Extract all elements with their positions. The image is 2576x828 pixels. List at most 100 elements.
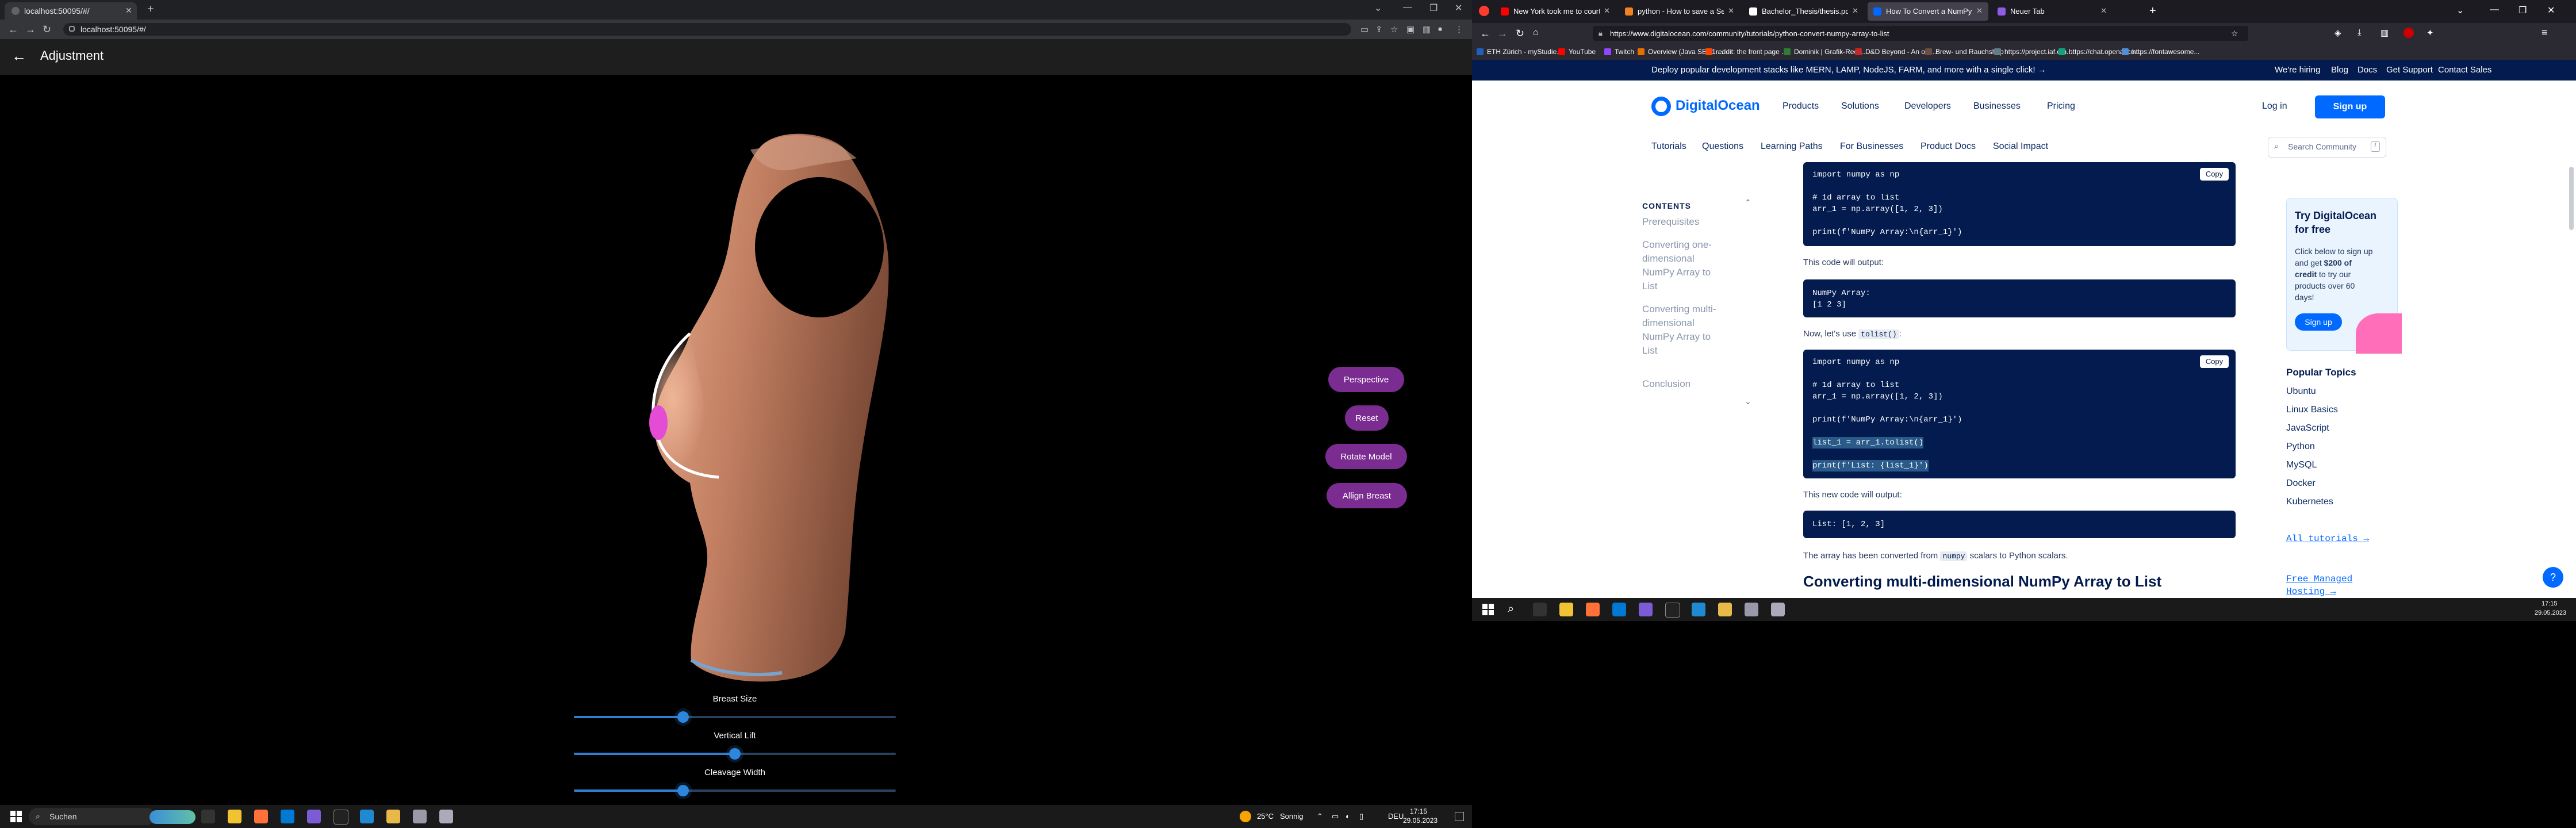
close-tab-icon[interactable]: ✕	[1852, 6, 1858, 16]
back-icon[interactable]: ←	[8, 24, 18, 36]
bookmark-item[interactable]: https://fontawesome...	[2132, 48, 2199, 56]
sidepanel-icon[interactable]: ▥	[1423, 24, 1431, 34]
cleavage-width-slider[interactable]	[574, 785, 896, 796]
firefox-icon[interactable]	[254, 810, 268, 823]
topic-link[interactable]: Kubernetes	[2286, 497, 2333, 507]
language-indicator[interactable]: DEU	[1388, 812, 1404, 821]
topic-link[interactable]: Linux Basics	[2286, 405, 2338, 415]
browser-tab[interactable]: Neuer Tab ✕	[1992, 2, 2113, 21]
align-breast-button[interactable]: Allign Breast	[1327, 483, 1407, 508]
subnav-social-impact[interactable]: Social Impact	[1993, 141, 2048, 152]
network-icon[interactable]: ▭	[1332, 812, 1339, 821]
torso-model[interactable]	[604, 126, 926, 702]
digitalocean-logo-icon[interactable]	[1651, 97, 1671, 116]
bookmark-item[interactable]: Brew- und Rauchshop	[1935, 48, 2004, 56]
forward-icon[interactable]: →	[25, 24, 36, 36]
pocket-icon[interactable]: ◈	[2334, 28, 2341, 38]
bookmark-item[interactable]: Twitch	[1615, 48, 1634, 56]
expand-chevron-icon[interactable]: ⌄	[1745, 397, 1751, 407]
profile-icon[interactable]: ●	[1438, 24, 1443, 34]
extensions-icon[interactable]: ✦	[2426, 28, 2434, 38]
vscode-icon[interactable]	[1692, 603, 1705, 616]
bookmark-item[interactable]: reddit: the front page ...	[1716, 48, 1787, 56]
bookmark-item[interactable]: YouTube	[1569, 48, 1596, 56]
firefox-icon[interactable]	[1586, 603, 1600, 616]
extensions-icon[interactable]: ▣	[1406, 24, 1414, 34]
windows-start-icon[interactable]	[1482, 604, 1494, 615]
vertical-lift-thumb[interactable]	[729, 748, 741, 760]
tray-chevron-icon[interactable]: ⌃	[1317, 812, 1323, 821]
subnav-tutorials[interactable]: Tutorials	[1651, 141, 1686, 152]
page-scrollbar[interactable]	[2569, 167, 2574, 230]
banner-link[interactable]: Contact Sales	[2438, 65, 2491, 75]
nav-developers[interactable]: Developers	[1904, 101, 1951, 112]
bookmark-item[interactable]: ETH Zürich - myStudie...	[1487, 48, 1562, 56]
address-bar[interactable]: localhost:50095/#/	[63, 23, 1351, 36]
task-view-icon[interactable]	[1533, 603, 1547, 616]
toc-item[interactable]: Converting one-dimensional NumPy Array t…	[1642, 238, 1723, 293]
new-tab-icon[interactable]: +	[147, 3, 154, 16]
promo-signup-button[interactable]: Sign up	[2295, 313, 2342, 331]
bookmark-item[interactable]: https://chat.openai.co...	[2069, 48, 2140, 56]
address-bar[interactable]: 🔒︎ https://www.digitalocean.com/communit…	[1593, 26, 2248, 41]
vscode-icon[interactable]	[360, 810, 374, 823]
maximize-icon[interactable]: ❐	[2518, 5, 2527, 16]
terminal-icon[interactable]	[334, 810, 348, 825]
managed-hosting-link[interactable]: Free Managed Hosting →	[2286, 573, 2355, 598]
topic-link[interactable]: Docker	[2286, 478, 2316, 489]
subnav-product-docs[interactable]: Product Docs	[1920, 141, 1976, 152]
discord-icon[interactable]	[1639, 603, 1653, 616]
close-tab-icon[interactable]: ✕	[1604, 6, 1610, 16]
nav-businesses[interactable]: Businesses	[1973, 101, 2021, 112]
login-link[interactable]: Log in	[2262, 101, 2287, 112]
clock-date[interactable]: 29.05.2023	[2535, 610, 2566, 616]
forward-icon[interactable]: →	[1497, 28, 1508, 40]
new-tab-icon[interactable]: +	[2149, 5, 2156, 18]
outlook-icon[interactable]	[1612, 603, 1626, 616]
clock-date[interactable]: 29.05.2023	[1403, 816, 1438, 825]
breast-size-slider[interactable]	[574, 711, 896, 723]
minimize-icon[interactable]: —	[1403, 2, 1412, 13]
toc-item[interactable]: Prerequisites	[1642, 215, 1723, 229]
file-explorer-icon[interactable]	[1559, 603, 1573, 616]
subnav-for-businesses[interactable]: For Businesses	[1840, 141, 1903, 152]
banner-link[interactable]: We're hiring	[2275, 65, 2320, 75]
nav-solutions[interactable]: Solutions	[1841, 101, 1879, 112]
cleavage-width-thumb[interactable]	[677, 785, 689, 796]
notifications-icon[interactable]	[1455, 812, 1464, 821]
topic-link[interactable]: MySQL	[2286, 460, 2317, 470]
chrome-tab-active[interactable]: localhost:50095/#/ ✕	[5, 2, 137, 20]
extension-icon[interactable]	[2404, 28, 2414, 38]
search-icon[interactable]: ⌕	[1508, 603, 1514, 616]
firefox-view-icon[interactable]	[1479, 6, 1489, 16]
rotate-model-button[interactable]: Rotate Model	[1325, 444, 1407, 469]
windows-start-icon[interactable]	[10, 811, 22, 822]
bookmark-star-icon[interactable]: ☆	[1390, 24, 1398, 34]
settings-icon[interactable]	[1771, 603, 1785, 616]
reload-icon[interactable]: ↻	[1516, 28, 1524, 40]
close-tab-icon[interactable]: ✕	[2100, 6, 2107, 16]
settings-icon[interactable]	[439, 810, 453, 823]
collapse-chevron-icon[interactable]: ⌃	[1745, 198, 1751, 208]
banner-link[interactable]: Get Support	[2386, 65, 2433, 75]
minimize-icon[interactable]: —	[2490, 5, 2499, 15]
nav-pricing[interactable]: Pricing	[2047, 101, 2075, 112]
chat-help-icon[interactable]: ?	[2543, 567, 2563, 588]
taskbar-search[interactable]: ⌕ Suchen	[29, 808, 195, 825]
menu-icon[interactable]: ⋮	[1455, 24, 1463, 34]
close-window-icon[interactable]: ✕	[1455, 2, 1462, 14]
bookmark-star-icon[interactable]: ☆	[2231, 29, 2238, 39]
clock-time[interactable]: 17:15	[2542, 600, 2558, 607]
maximize-icon[interactable]: ❐	[1429, 2, 1438, 14]
close-tab-icon[interactable]: ✕	[125, 6, 132, 16]
close-tab-icon[interactable]: ✕	[1976, 6, 1983, 16]
perspective-button[interactable]: Perspective	[1328, 367, 1404, 392]
discord-icon[interactable]	[307, 810, 321, 823]
tab-search-icon[interactable]: ⌄	[1374, 2, 1382, 14]
list-tabs-icon[interactable]: ⌄	[2456, 5, 2464, 16]
banner-text[interactable]: Deploy popular development stacks like M…	[1651, 65, 2046, 75]
outlook-icon[interactable]	[281, 810, 294, 823]
terminal-icon[interactable]	[1665, 603, 1680, 618]
breast-size-thumb[interactable]	[677, 711, 689, 723]
subnav-learning-paths[interactable]: Learning Paths	[1761, 141, 1823, 152]
